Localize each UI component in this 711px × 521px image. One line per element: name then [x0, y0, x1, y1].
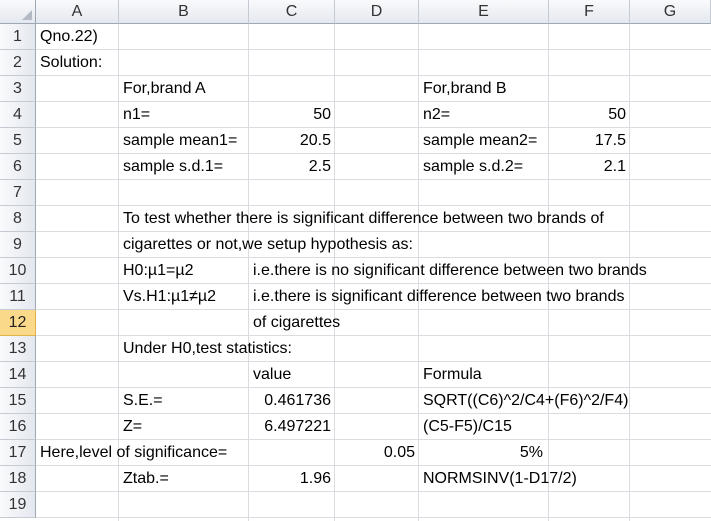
cell-b13[interactable]: Under H0,test statistics: [119, 336, 292, 362]
row-header-4[interactable]: 4 [0, 102, 36, 128]
row-header-8[interactable]: 8 [0, 206, 36, 232]
cell-e15[interactable]: SQRT((C6)^2/C4+(F6)^2/F4) [419, 388, 628, 414]
row-header-12[interactable]: 12 [0, 310, 36, 336]
spreadsheet: A B C D E F G 1 2 3 4 5 6 7 8 9 10 11 12… [0, 0, 711, 521]
row-header-15[interactable]: 15 [0, 388, 36, 414]
cell-e17[interactable]: 5% [419, 440, 549, 466]
cell-b4[interactable]: n1= [119, 102, 249, 128]
column-header-g[interactable]: G [630, 0, 711, 24]
cell-b3[interactable]: For,brand A [119, 76, 249, 102]
cell-b16[interactable]: Z= [119, 414, 249, 440]
column-header-c[interactable]: C [249, 0, 335, 24]
cell-e3[interactable]: For,brand B [419, 76, 549, 102]
cell-b9[interactable]: cigarettes or not,we setup hypothesis as… [119, 232, 413, 258]
row-header-5[interactable]: 5 [0, 128, 36, 154]
row-header-17[interactable]: 17 [0, 440, 36, 466]
cell-c15[interactable]: 0.461736 [249, 388, 335, 414]
cell-b5[interactable]: sample mean1= [119, 128, 249, 154]
cell-c16[interactable]: 6.497221 [249, 414, 335, 440]
row-header-10[interactable]: 10 [0, 258, 36, 284]
column-header-b[interactable]: B [119, 0, 249, 24]
row-header-14[interactable]: 14 [0, 362, 36, 388]
row-header-7[interactable]: 7 [0, 180, 36, 206]
cell-c18[interactable]: 1.96 [249, 466, 335, 492]
cell-b15[interactable]: S.E.= [119, 388, 249, 414]
row-header-9[interactable]: 9 [0, 232, 36, 258]
cell-a17[interactable]: Here,level of significance= [36, 440, 227, 466]
cell-a2[interactable]: Solution: [36, 50, 119, 76]
cell-e18[interactable]: NORMSINV(1-D17/2) [419, 466, 577, 492]
row-header-18[interactable]: 18 [0, 466, 36, 492]
row-header-19[interactable]: 19 [0, 492, 36, 518]
cell-d17[interactable]: 0.05 [335, 440, 419, 466]
cell-e14[interactable]: Formula [419, 362, 549, 388]
cell-c10[interactable]: i.e.there is no significant difference b… [249, 258, 647, 284]
cell-e4[interactable]: n2= [419, 102, 549, 128]
cell-b11[interactable]: Vs.H1:µ1≠µ2 [119, 284, 249, 310]
row-header-1[interactable]: 1 [0, 24, 36, 50]
column-header-a[interactable]: A [36, 0, 119, 24]
row-header-16[interactable]: 16 [0, 414, 36, 440]
cell-b8[interactable]: To test whether there is significant dif… [119, 206, 604, 232]
cell-c4[interactable]: 50 [249, 102, 335, 128]
row-header-11[interactable]: 11 [0, 284, 36, 310]
column-header-e[interactable]: E [419, 0, 549, 24]
cell-c5[interactable]: 20.5 [249, 128, 335, 154]
row-header-13[interactable]: 13 [0, 336, 36, 362]
cell-c12[interactable]: of cigarettes [249, 310, 340, 336]
cell-b18[interactable]: Ztab.= [119, 466, 249, 492]
column-header-f[interactable]: F [549, 0, 630, 24]
cell-f5[interactable]: 17.5 [549, 128, 630, 154]
row-header-3[interactable]: 3 [0, 76, 36, 102]
cell-e16[interactable]: (C5-F5)/C15 [419, 414, 549, 440]
grid-line [36, 517, 711, 518]
cell-c14[interactable]: value [249, 362, 335, 388]
cell-e6[interactable]: sample s.d.2= [419, 154, 549, 180]
cell-c6[interactable]: 2.5 [249, 154, 335, 180]
row-header-2[interactable]: 2 [0, 50, 36, 76]
cell-b10[interactable]: H0:µ1=µ2 [119, 258, 249, 284]
cell-f4[interactable]: 50 [549, 102, 630, 128]
cell-b6[interactable]: sample s.d.1= [119, 154, 249, 180]
row-header-6[interactable]: 6 [0, 154, 36, 180]
cell-f6[interactable]: 2.1 [549, 154, 630, 180]
cell-e5[interactable]: sample mean2= [419, 128, 549, 154]
grid-line [36, 49, 711, 50]
cell-a1[interactable]: Qno.22) [36, 24, 119, 50]
cell-c11[interactable]: i.e.there is significant difference betw… [249, 284, 624, 310]
column-header-d[interactable]: D [335, 0, 419, 24]
select-all-corner[interactable] [0, 0, 36, 24]
